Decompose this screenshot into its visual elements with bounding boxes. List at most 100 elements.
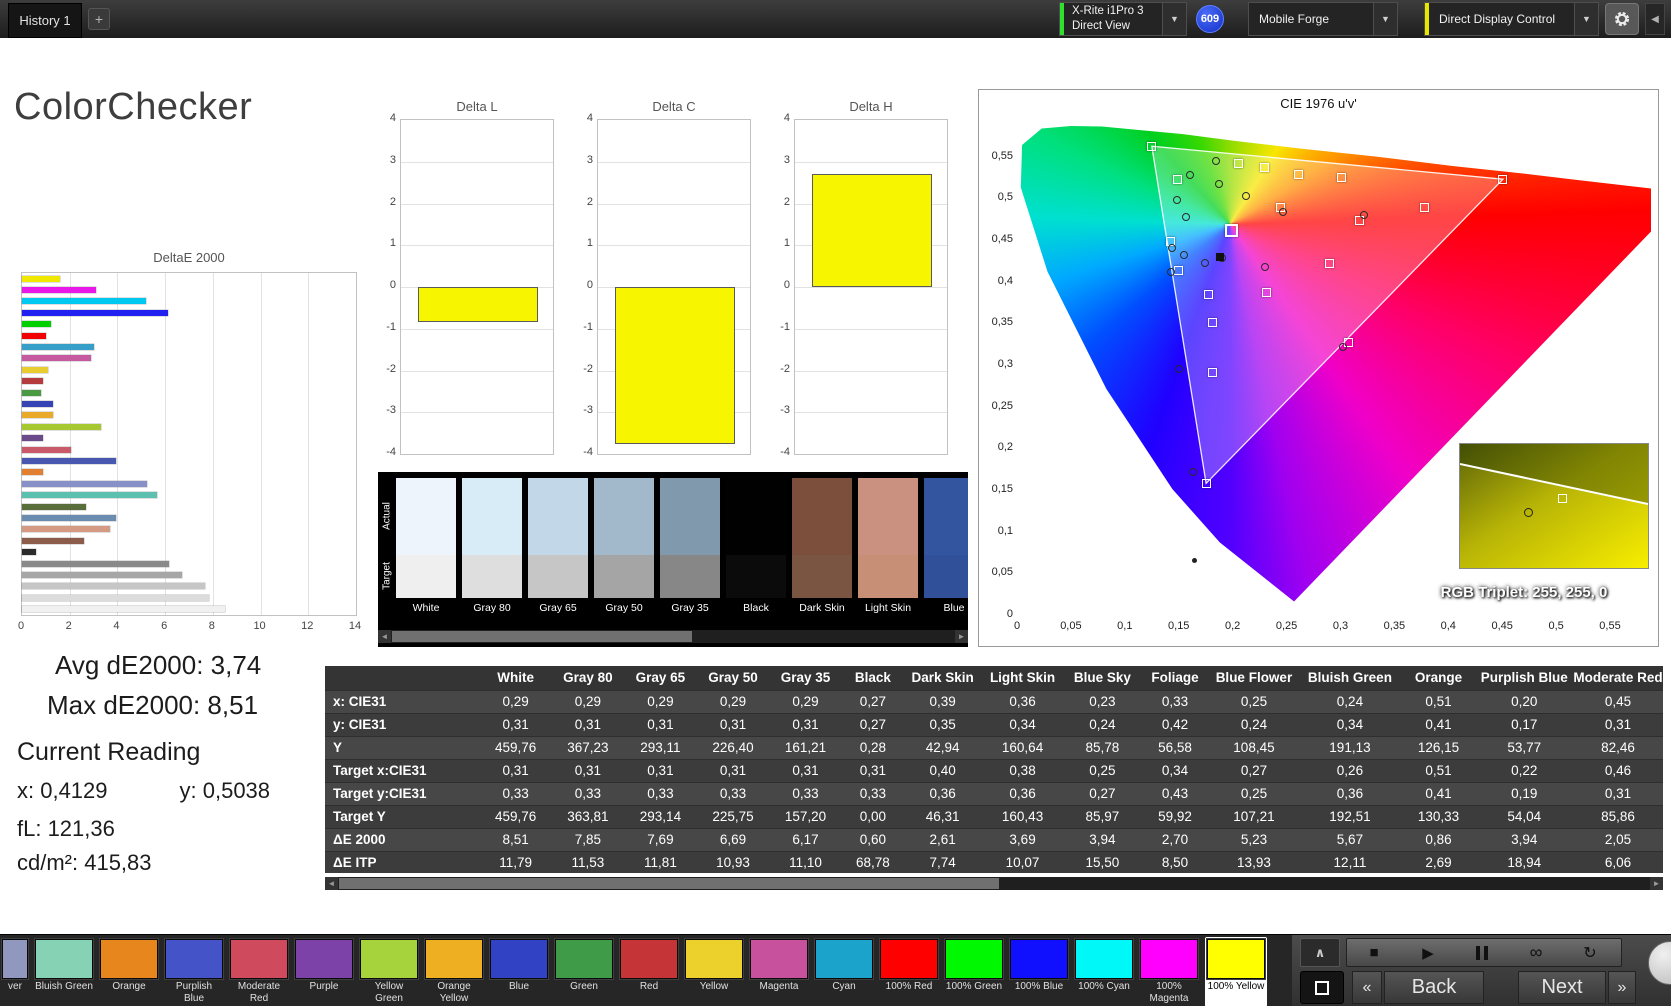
column-header: Light Skin xyxy=(981,666,1064,690)
table-cell: 0,36 xyxy=(981,689,1064,713)
patch-swatch xyxy=(490,939,548,979)
scroll-left-icon[interactable]: ◄ xyxy=(378,630,391,643)
last-button[interactable]: » xyxy=(1608,971,1636,1004)
dial-knob[interactable] xyxy=(1648,941,1671,985)
settings-button[interactable] xyxy=(1605,3,1639,35)
patch-button-orange[interactable]: Orange xyxy=(100,939,158,1005)
table-scrollbar[interactable]: ◄ ► xyxy=(325,877,1663,890)
scroll-right-icon[interactable]: ► xyxy=(955,630,968,643)
y-tick-label: 0,2 xyxy=(997,441,1013,454)
scroll-right-icon[interactable]: ► xyxy=(1650,877,1663,890)
patch-button-100-magenta[interactable]: 100% Magenta xyxy=(1140,939,1198,1005)
de2000-bar-gray-50 xyxy=(22,571,182,578)
add-tab-button[interactable]: + xyxy=(88,8,110,30)
table-cell: 157,20 xyxy=(769,804,842,828)
swatch-label: Gray 35 xyxy=(671,602,709,614)
repeat-button[interactable]: ↻ xyxy=(1566,938,1614,967)
first-button[interactable]: « xyxy=(1352,971,1382,1004)
play-button[interactable]: ▶ xyxy=(1404,938,1452,967)
collapse-panel-button[interactable]: ◀ xyxy=(1645,3,1665,35)
table-cell: 54,04 xyxy=(1475,804,1573,828)
table-cell: 130,33 xyxy=(1401,804,1476,828)
strip-scrollbar-thumb[interactable] xyxy=(392,631,692,642)
current-cdm2: cd/m²: 415,83 xyxy=(17,850,152,875)
target-marker xyxy=(1207,318,1217,327)
table-cell: 0,19 xyxy=(1475,781,1573,805)
column-header: Gray 50 xyxy=(696,666,770,690)
table-cell: 85,86 xyxy=(1572,804,1663,828)
pause-button[interactable] xyxy=(1458,938,1506,967)
current-x: x: 0,4129 xyxy=(17,778,108,803)
swatch-label: Gray 50 xyxy=(605,602,643,614)
patch-swatch xyxy=(2,939,28,979)
table-cell: 3,94 xyxy=(1064,827,1141,851)
target-row-label: Target xyxy=(381,562,393,590)
table-cell: 11,10 xyxy=(769,850,842,873)
table-scrollbar-thumb[interactable] xyxy=(339,878,999,889)
patch-button-cyan[interactable]: Cyan xyxy=(815,939,873,1005)
table-cell: 0,23 xyxy=(1064,689,1141,713)
loop-continuous-button[interactable]: ∞ xyxy=(1512,938,1560,967)
y-tick-label: -4 xyxy=(386,446,396,458)
display-control-selector[interactable]: Direct Display Control ▼ xyxy=(1424,2,1599,36)
patch-button-yellow[interactable]: Yellow xyxy=(685,939,743,1005)
patch-swatch xyxy=(685,939,743,979)
cie-title: CIE 1976 u'v' xyxy=(1280,96,1357,111)
table-cell: 459,76 xyxy=(479,735,552,759)
stop-button[interactable]: ■ xyxy=(1350,938,1398,967)
inset-measured-marker xyxy=(1524,508,1533,517)
patch-button-100-cyan[interactable]: 100% Cyan xyxy=(1075,939,1133,1005)
patch-button-magenta[interactable]: Magenta xyxy=(750,939,808,1005)
patch-button-blue[interactable]: Blue xyxy=(490,939,548,1005)
patch-label: Orange Yellow xyxy=(437,981,471,1004)
patch-button-green[interactable]: Green xyxy=(555,939,613,1005)
target-marker xyxy=(1147,141,1157,151)
meter-selector[interactable]: X-Rite i1Pro 3 Direct View ▼ xyxy=(1059,2,1187,36)
table-cell: 0,34 xyxy=(981,712,1064,736)
delta-h-plot xyxy=(794,119,948,455)
strip-scrollbar[interactable]: ◄ ► xyxy=(378,630,968,643)
next-button[interactable]: Next xyxy=(1518,971,1606,1004)
measured-marker xyxy=(1174,365,1183,374)
patch-label: 100% Green xyxy=(945,981,1003,992)
chevron-down-icon[interactable]: ▼ xyxy=(1373,3,1397,35)
scroll-left-icon[interactable]: ◄ xyxy=(325,877,338,890)
table-cell: 0,51 xyxy=(1401,758,1476,782)
table-cell: 0,36 xyxy=(981,781,1064,805)
table-cell: 0,25 xyxy=(1064,758,1141,782)
chevron-down-icon[interactable]: ▼ xyxy=(1162,3,1186,35)
patch-button-yellow-green[interactable]: Yellow Green xyxy=(360,939,418,1005)
patch-button-moderate-red[interactable]: Moderate Red xyxy=(230,939,288,1005)
tray-collapse-button[interactable]: ∧ xyxy=(1300,938,1340,967)
patch-button-bluish-green[interactable]: Bluish Green xyxy=(35,939,93,1005)
patch-button-red[interactable]: Red xyxy=(620,939,678,1005)
x-tick-label: 0,2 xyxy=(1224,620,1241,632)
patch-button-ver[interactable]: ver xyxy=(2,939,28,1005)
patch-button-orange-yellow[interactable]: Orange Yellow xyxy=(425,939,483,1005)
max-de2000: Max dE2000: 8,51 xyxy=(47,690,259,720)
tab-history-1[interactable]: History 1 xyxy=(8,3,82,38)
patch-button-100-green[interactable]: 100% Green xyxy=(945,939,1003,1005)
target-marker xyxy=(1201,478,1211,488)
y-tick-label: -2 xyxy=(583,362,593,375)
measured-marker xyxy=(1338,342,1347,351)
y-tick-label: -3 xyxy=(583,404,593,417)
table-cell: 0,33 xyxy=(769,781,842,805)
back-button[interactable]: Back xyxy=(1384,971,1484,1004)
stop-measure-button[interactable] xyxy=(1300,971,1344,1004)
patch-button-100-red[interactable]: 100% Red xyxy=(880,939,938,1005)
y-tick-label: 0,05 xyxy=(991,566,1013,579)
patch-button-purple[interactable]: Purple xyxy=(295,939,353,1005)
patch-button-100-yellow[interactable]: 100% Yellow xyxy=(1205,937,1267,1006)
column-header: Bluish Green xyxy=(1298,666,1402,690)
x-tick-label: 0 xyxy=(1013,620,1021,632)
patch-button-purplish-blue[interactable]: Purplish Blue xyxy=(165,939,223,1005)
chevron-down-icon[interactable]: ▼ xyxy=(1574,3,1598,35)
source-selector[interactable]: Mobile Forge ▼ xyxy=(1248,2,1398,36)
de2000-bar-black xyxy=(22,549,37,556)
table-cell: 161,21 xyxy=(769,735,842,759)
patch-label: Bluish Green xyxy=(35,981,93,992)
patch-button-100-blue[interactable]: 100% Blue xyxy=(1010,939,1068,1005)
column-header: Black xyxy=(841,666,905,690)
patch-swatch xyxy=(1140,939,1198,979)
